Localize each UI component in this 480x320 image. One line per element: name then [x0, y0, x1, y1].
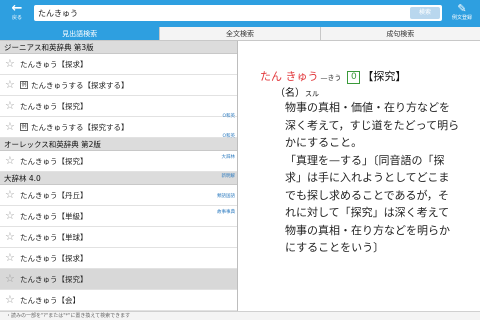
search-hint: ・読みの一部を"?"または"*"に置き換えて検索できます [0, 311, 480, 320]
list-item[interactable]: ☆ たんきゅう【単球】 [0, 227, 237, 248]
dictionary-tag: 大辞林 [221, 155, 236, 160]
tab-fulltext-search[interactable]: 全文検索 [160, 27, 321, 40]
list-item[interactable]: ☆ たんきゅう【丹丘】 [0, 185, 237, 206]
entry-detail: たん きゅう —きう 0 【探究】 （名）スル 物事の真相・価値・在り方などを 深く考… [239, 41, 480, 311]
definition-line: でも探し求めることであるが，そ [285, 188, 449, 202]
star-icon[interactable]: ☆ [5, 252, 15, 264]
definition-line: 深く考えて，すじ道をたどって明ら [285, 118, 460, 132]
star-icon[interactable]: ☆ [5, 100, 15, 112]
dictionary-section-title: オーレックス和英辞典 第2版 [0, 138, 237, 151]
star-icon[interactable]: ☆ [5, 79, 15, 91]
accent-box: 0 [347, 71, 361, 84]
list-item[interactable]: ☆ たんきゅう【単級】 [0, 206, 237, 227]
search-input[interactable] [38, 5, 398, 21]
list-item-label: たんきゅう【丹丘】 [20, 191, 88, 200]
star-icon[interactable]: ☆ [5, 294, 15, 306]
list-item-label: たんきゅうする【探究する】 [31, 123, 129, 132]
star-icon[interactable]: ☆ [5, 155, 15, 167]
star-icon[interactable]: ☆ [5, 58, 15, 70]
list-item-label: たんきゅう【探求】 [20, 60, 88, 69]
headword-kana-note: —きう [320, 74, 342, 82]
definition-line: 物事の真相・価値・在り方などを [285, 101, 450, 114]
list-item-label: たんきゅう【探究】 [20, 157, 88, 166]
example-register-label: 例文登録 [451, 15, 472, 21]
star-icon[interactable]: ☆ [5, 210, 15, 222]
definition-text: 物事の真相・価値・在り方などを 深く考えて，すじ道をたどって明ら かにすること。… [285, 99, 473, 257]
list-item[interactable]: ☆ 例 たんきゅうする【探求する】 [0, 75, 237, 96]
list-item-selected[interactable]: ☆ たんきゅう【探究】 [0, 269, 237, 290]
example-badge-icon: 例 [20, 81, 28, 89]
list-item[interactable]: ☆ たんきゅう【探究】 [0, 151, 237, 172]
dictionary-tag: 新明解 [221, 174, 236, 179]
example-register-button[interactable]: ✎ 例文登録 [446, 2, 478, 26]
search-box: 検索 [34, 5, 442, 21]
back-label: 戻る [11, 15, 22, 21]
definition-line: れに対して「探究」は深く考えて [285, 206, 450, 219]
definition-line: 求」は手に入れようとしてどこま [285, 171, 450, 184]
list-item[interactable]: ☆ 例 たんきゅうする【探究する】 [0, 117, 237, 138]
definition-line: にすることをいう〕 [285, 241, 385, 254]
back-button[interactable]: ← 戻る [4, 2, 30, 26]
list-item[interactable]: ☆ たんきゅう【会】 [0, 290, 237, 311]
definition-line: 物事の真相・在り方などを明らか [285, 223, 450, 237]
dictionary-tag: O和英 [222, 134, 235, 139]
list-item-label: たんきゅう【探求】 [20, 254, 88, 263]
top-bar: ← 戻る 検索 ✎ 例文登録 [0, 0, 480, 27]
pos-suffix: スル [305, 90, 319, 98]
list-item[interactable]: ☆ たんきゅう【探究】 [0, 96, 237, 117]
list-item-label: たんきゅう【会】 [20, 296, 80, 305]
headword-line: たん きゅう —きう 0 【探究】 [260, 65, 406, 84]
list-item[interactable]: ☆ たんきゅう【探求】 [0, 54, 237, 75]
dictionary-tag: 故事事典 [217, 210, 235, 215]
headword-reading: たん きゅう [260, 70, 319, 83]
search-mode-tabs: 見出語検索 全文検索 成句検索 [0, 27, 480, 41]
list-item-label: たんきゅう【単級】 [20, 212, 88, 221]
star-icon[interactable]: ☆ [5, 121, 15, 133]
back-arrow-icon: ← [11, 1, 23, 16]
tab-phrase-search[interactable]: 成句検索 [321, 27, 480, 40]
tab-headword-search[interactable]: 見出語検索 [0, 27, 161, 40]
dictionary-section-title: 大辞林 4.0 [0, 172, 237, 185]
pos-label: （名） [275, 88, 305, 99]
definition-line: かにすること。 [285, 136, 363, 149]
list-item-label: たんきゅう【単球】 [20, 233, 88, 242]
headword-kanji: 【探究】 [362, 70, 407, 83]
part-of-speech: （名）スル [275, 84, 319, 99]
results-list[interactable]: ジーニアス和英辞典 第3版 ☆ たんきゅう【探求】 ☆ 例 たんきゅうする【探求… [0, 41, 238, 311]
list-item-label: たんきゅうする【探求する】 [31, 81, 129, 90]
search-button[interactable]: 検索 [410, 7, 440, 19]
list-item-label: たんきゅう【探究】 [20, 102, 88, 111]
dictionary-tag: O和英 [222, 114, 235, 119]
star-icon[interactable]: ☆ [5, 273, 15, 285]
list-item[interactable]: ☆ たんきゅう【探求】 [0, 248, 237, 269]
list-item-label: たんきゅう【探究】 [20, 275, 88, 284]
star-icon[interactable]: ☆ [5, 231, 15, 243]
star-icon[interactable]: ☆ [5, 189, 15, 201]
dictionary-tag: 類語国語 [217, 194, 235, 199]
definition-line: 「真理を—する」〔同音語の「探 [285, 153, 445, 167]
pencil-icon: ✎ [457, 2, 467, 15]
example-badge-icon: 例 [20, 123, 28, 131]
dictionary-section-title: ジーニアス和英辞典 第3版 [0, 41, 237, 54]
